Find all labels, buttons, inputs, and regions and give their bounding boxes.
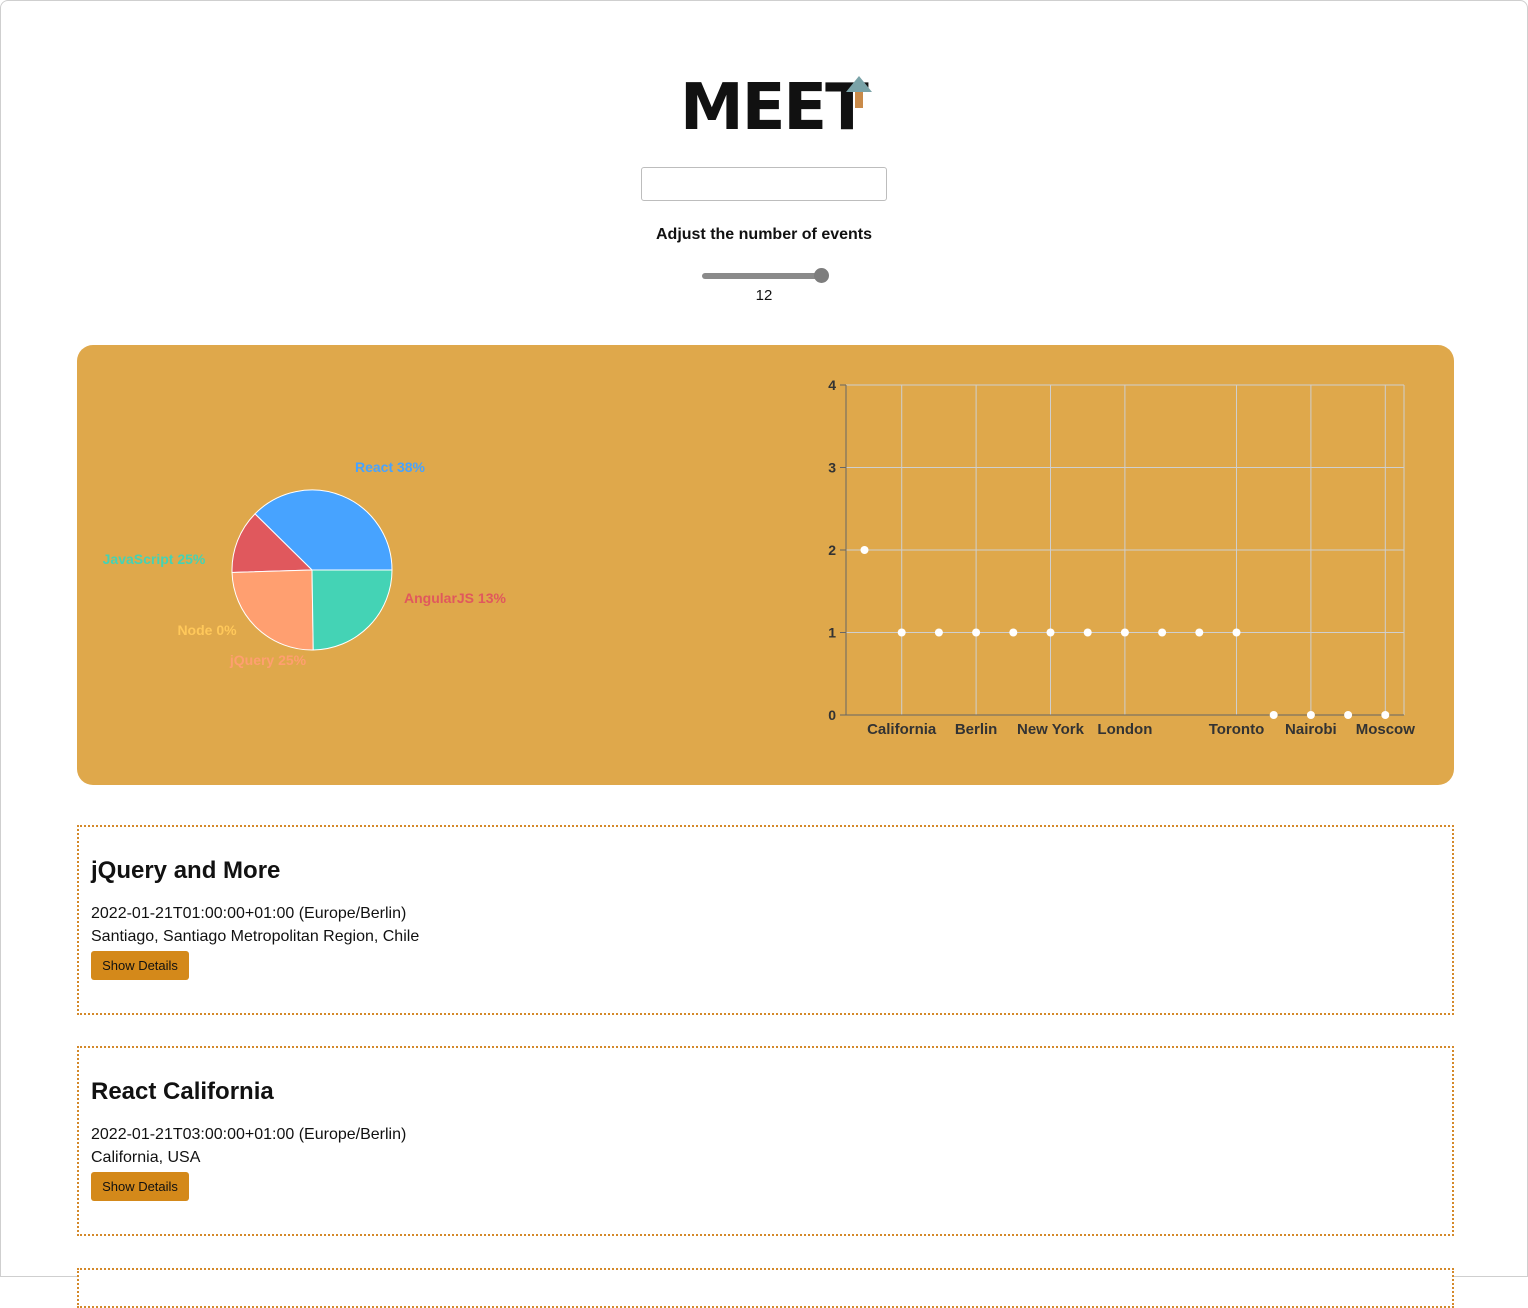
pie-slice-label: AngularJS 13%: [404, 590, 506, 606]
scatter-point: [897, 628, 906, 637]
scatter-point: [1232, 628, 1241, 637]
x-tick-label: London: [1097, 721, 1152, 738]
scatter-point: [860, 546, 869, 554]
scatter-point: [1381, 711, 1390, 719]
number-of-events-slider[interactable]: [700, 266, 830, 286]
x-tick-label: Berlin: [955, 721, 998, 738]
scatter-point: [972, 628, 981, 637]
slider-track[interactable]: [702, 273, 822, 279]
y-tick-label: 0: [828, 707, 836, 723]
up-arrow-icon: [846, 76, 872, 108]
city-events-scatter-chart: 0 1 2 3 4 California Berlin New York London Toron…: [828, 377, 1415, 738]
y-tick-label: 1: [828, 625, 836, 641]
event-start-time: 2022-01-21T01:00:00+01:00 (Europe/Berlin…: [91, 905, 407, 922]
y-tick-label: 3: [828, 460, 836, 476]
x-tick-label: California: [867, 721, 937, 738]
number-of-events-value: 12: [755, 287, 773, 304]
event-title: jQuery and More: [91, 857, 281, 884]
x-tick-label: Toronto: [1209, 721, 1265, 738]
scatter-point: [934, 628, 943, 637]
slider-thumb[interactable]: [814, 268, 829, 283]
x-tick-label: Moscow: [1356, 721, 1416, 738]
pie-slice: [311, 569, 393, 651]
event-card: React California 2022-01-21T03:00:00+01:…: [77, 1046, 1454, 1236]
scatter-point: [1009, 628, 1018, 637]
pie-slice-label: Node 0%: [177, 622, 237, 638]
meet-logo: MEET: [680, 74, 880, 142]
scatter-point: [1269, 711, 1278, 719]
event-location: California, USA: [91, 1149, 201, 1166]
scatter-point: [1344, 711, 1353, 719]
genre-pie-chart: React 38% AngularJS 13% jQuery 25% Node 0% J…: [103, 459, 507, 668]
event-card: [77, 1268, 1454, 1308]
scatter-point: [1120, 628, 1129, 637]
pie-slice: [231, 569, 314, 651]
show-details-button[interactable]: Show Details: [91, 951, 189, 980]
charts-panel: React 38% AngularJS 13% jQuery 25% Node 0% J…: [77, 345, 1454, 785]
scatter-point: [1195, 628, 1204, 637]
pie-slice-label: React 38%: [355, 459, 426, 475]
event-location: Santiago, Santiago Metropolitan Region, …: [91, 928, 420, 945]
event-card: jQuery and More 2022-01-21T01:00:00+01:0…: [77, 825, 1454, 1015]
scatter-point: [1046, 628, 1055, 637]
charts-svg: React 38% AngularJS 13% jQuery 25% Node 0% J…: [103, 377, 1416, 738]
logo-text: MEET: [680, 71, 869, 145]
event-title: React California: [91, 1078, 274, 1105]
y-tick-label: 4: [828, 377, 836, 393]
event-start-time: 2022-01-21T03:00:00+01:00 (Europe/Berlin…: [91, 1126, 407, 1143]
city-search-input[interactable]: [641, 167, 887, 201]
pie-slice-label: jQuery 25%: [229, 652, 307, 668]
show-details-button[interactable]: Show Details: [91, 1172, 189, 1201]
x-tick-label: Nairobi: [1285, 721, 1337, 738]
x-tick-label: New York: [1017, 721, 1085, 738]
y-tick-label: 2: [828, 542, 836, 558]
pie-slice-label: JavaScript 25%: [103, 551, 206, 567]
scatter-point: [1158, 628, 1167, 637]
scatter-point: [1306, 711, 1315, 719]
scatter-point: [1083, 628, 1092, 637]
number-of-events-label: Adjust the number of events: [655, 226, 873, 243]
